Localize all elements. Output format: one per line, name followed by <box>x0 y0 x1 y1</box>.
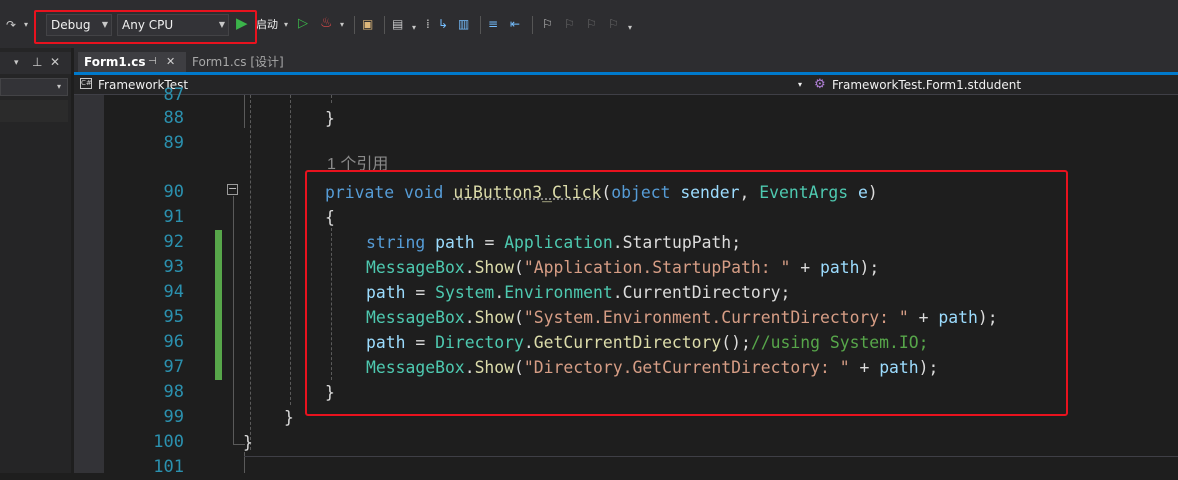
line-number: 95 <box>163 307 184 327</box>
line-number: 98 <box>163 382 184 402</box>
redo-icon[interactable]: ↷ <box>6 17 16 33</box>
class-icon: ⚙ <box>814 77 826 92</box>
chevron-down-icon: ▾ <box>57 82 62 91</box>
method-separator-line <box>244 456 1178 457</box>
change-tracking-bar <box>215 230 222 380</box>
prev-bookmark-icon[interactable]: ⚐ <box>564 16 575 32</box>
outdent-icon[interactable]: ⇤ <box>510 16 520 32</box>
code-line-100: } <box>243 433 253 452</box>
pin-icon[interactable]: ⊥ <box>32 54 42 70</box>
csharp-project-icon: C# <box>80 78 92 89</box>
tab-form1-designer[interactable]: Form1.cs [设计] <box>186 52 322 72</box>
next-bookmark-icon[interactable]: ⚐ <box>586 16 597 32</box>
side-panel-header: ▾ ⊥ ✕ <box>0 52 71 74</box>
indicator-margin <box>74 95 104 473</box>
line-number: 87 <box>163 85 184 105</box>
outline-line <box>244 95 245 128</box>
chevron-down-icon[interactable]: ▾ <box>798 77 802 93</box>
side-panel-combo[interactable]: ▾ <box>0 78 68 96</box>
step-icon[interactable]: ↳ <box>438 16 448 32</box>
toolbar-separator <box>480 16 481 34</box>
toolbar-separator <box>532 16 533 34</box>
indent-guide <box>331 95 332 103</box>
outline-line <box>233 196 234 444</box>
tab-form1-cs[interactable]: Form1.cs ⊣ ✕ <box>78 52 186 72</box>
line-number: 90 <box>163 182 184 202</box>
highlight-box-toolbar <box>34 10 257 44</box>
close-icon[interactable]: ✕ <box>50 54 60 70</box>
line-number: 91 <box>163 207 184 227</box>
indent-icon[interactable]: ≡ <box>488 16 498 32</box>
toolbar-separator <box>354 16 355 34</box>
start-label[interactable]: 启动 <box>256 17 278 33</box>
close-icon[interactable]: ✕ <box>166 52 175 72</box>
bookmark-icon[interactable]: ⚐ <box>542 16 553 32</box>
window-layout-icon[interactable]: ▤ <box>392 16 403 32</box>
toolbar-grip-icon: ⁞ <box>426 17 430 31</box>
line-number: 96 <box>163 332 184 352</box>
line-number: 99 <box>163 407 184 427</box>
line-number: 101 <box>153 457 184 477</box>
breakpoint-list-icon[interactable]: ▥ <box>458 16 469 32</box>
clear-bookmarks-icon[interactable]: ⚐ <box>608 16 619 32</box>
code-line-99: } <box>284 408 294 427</box>
line-number: 100 <box>153 432 184 452</box>
pin-icon[interactable]: ⊣ <box>148 52 157 72</box>
panel-options-icon[interactable]: ▾ <box>14 55 19 71</box>
indent-guide <box>290 95 291 405</box>
tab-label: Form1.cs [设计] <box>192 55 284 69</box>
line-number: 94 <box>163 282 184 302</box>
side-panel-bar <box>0 100 68 122</box>
member-dropdown[interactable]: FrameworkTest.Form1.stdudent <box>832 77 1021 93</box>
line-number: 88 <box>163 108 184 128</box>
solution-explorer-icon[interactable]: ▣ <box>362 16 373 32</box>
start-without-debug-icon[interactable]: ▷ <box>298 16 308 32</box>
collapse-icon[interactable]: − <box>227 183 238 195</box>
bookmarks-dropdown-icon[interactable]: ▾ <box>628 20 632 36</box>
line-number: 93 <box>163 257 184 277</box>
line-number: 89 <box>163 133 184 153</box>
start-dropdown-icon[interactable]: ▾ <box>284 17 288 33</box>
hot-reload-dropdown-icon[interactable]: ▾ <box>340 17 344 33</box>
hot-reload-icon[interactable]: ♨ <box>320 15 333 31</box>
line-number: 97 <box>163 357 184 377</box>
layout-dropdown-icon[interactable]: ▾ <box>412 20 416 36</box>
code-line-88: } <box>325 109 335 128</box>
redo-dropdown-icon[interactable]: ▾ <box>24 17 28 33</box>
toolbar-separator <box>384 16 385 34</box>
line-number: 92 <box>163 232 184 252</box>
tab-label: Form1.cs <box>84 55 146 69</box>
indent-guide <box>250 95 251 450</box>
highlight-box-code <box>305 170 1068 416</box>
